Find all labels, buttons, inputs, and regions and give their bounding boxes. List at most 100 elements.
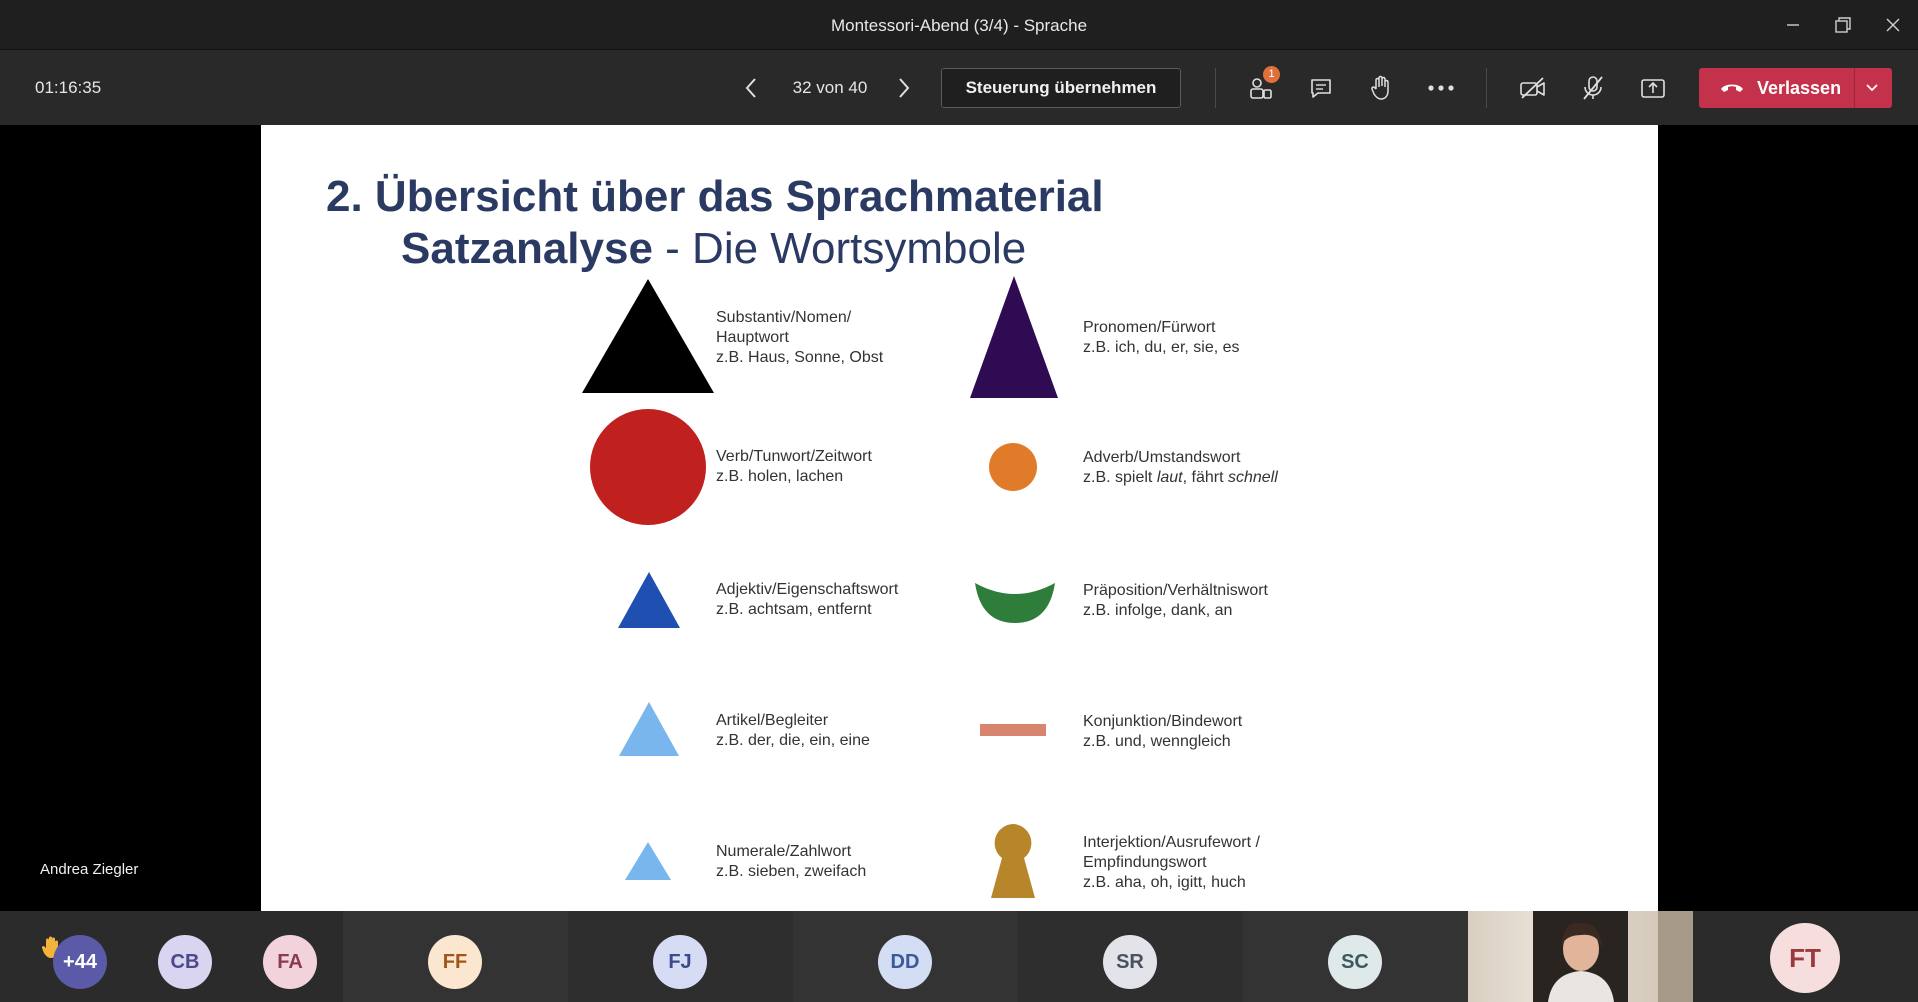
conjunction-description: Konjunktion/Bindewort z.B. und, wennglei… bbox=[1083, 712, 1242, 752]
avatar: FT bbox=[1770, 923, 1840, 993]
desc-line: z.B. infolge, dank, an bbox=[1083, 602, 1233, 619]
close-icon bbox=[1886, 18, 1900, 32]
share-screen-button[interactable] bbox=[1633, 68, 1673, 108]
desc-line: Präposition/Verhältniswort bbox=[1083, 582, 1268, 599]
take-control-button[interactable]: Steuerung übernehmen bbox=[941, 68, 1181, 108]
desc-line: z.B. aha, oh, igitt, huch bbox=[1083, 874, 1246, 891]
crescent-icon bbox=[975, 583, 1055, 623]
avatar: FJ bbox=[653, 935, 707, 989]
slide-counter: 32 von 40 bbox=[792, 78, 868, 97]
leave-meeting-button[interactable]: Verlassen bbox=[1699, 68, 1892, 108]
slide-title: 2. Übersicht über das Sprachmaterial bbox=[326, 172, 1104, 221]
previous-slide-button[interactable] bbox=[734, 71, 768, 105]
adverb-description: Adverb/Umstandswort z.B. spielt laut, fä… bbox=[1083, 448, 1278, 488]
chevron-down-icon bbox=[1866, 84, 1878, 92]
desc-line: z.B. sieben, zweifach bbox=[716, 863, 867, 880]
desc-line: z.B. und, wenngleich bbox=[1083, 733, 1231, 750]
participant-tile[interactable]: SC bbox=[1243, 911, 1468, 1002]
desc-line: z.B. achtsam, entfernt bbox=[716, 601, 872, 618]
adjective-description: Adjektiv/Eigenschaftswort z.B. achtsam, … bbox=[716, 580, 898, 620]
participant-strip: +44 CB FA FF FJ DD SR SC FT bbox=[0, 911, 1918, 1002]
avatar: FF bbox=[428, 935, 482, 989]
leave-label: Verlassen bbox=[1757, 78, 1842, 98]
meeting-timer: 01:16:35 bbox=[35, 78, 102, 97]
participant-tile[interactable]: FF bbox=[343, 911, 568, 1002]
window-title: Montessori-Abend (3/4) - Sprache bbox=[830, 16, 1088, 35]
adverb-example-word: schnell bbox=[1227, 469, 1278, 486]
participants-badge: 1 bbox=[1263, 66, 1280, 83]
adverb-example-middle: , fährt bbox=[1182, 469, 1228, 486]
participants-button[interactable]: 1 bbox=[1241, 66, 1281, 108]
toolbar-divider bbox=[1215, 68, 1216, 108]
hand-icon bbox=[1371, 75, 1389, 100]
toolbar-divider bbox=[1486, 68, 1487, 108]
desc-line: Adverb/Umstandswort bbox=[1083, 449, 1241, 466]
participant-video[interactable] bbox=[1468, 911, 1693, 1002]
microphone-off-icon bbox=[1583, 76, 1603, 100]
raise-hand-button[interactable] bbox=[1361, 68, 1401, 108]
more-icon bbox=[1428, 85, 1454, 91]
microphone-toggle-button[interactable] bbox=[1573, 68, 1613, 108]
leave-divider bbox=[1854, 68, 1855, 108]
participant-tile[interactable]: DD bbox=[793, 911, 1018, 1002]
participant-tile[interactable]: +44 CB FA bbox=[0, 911, 343, 1002]
minimize-button[interactable] bbox=[1768, 0, 1818, 50]
chat-button[interactable] bbox=[1301, 68, 1341, 108]
minimize-icon bbox=[1787, 24, 1799, 26]
desc-line: z.B. holen, lachen bbox=[716, 468, 844, 485]
hang-up-icon bbox=[1721, 84, 1743, 92]
desc-line: Pronomen/Fürwort bbox=[1083, 319, 1216, 336]
participant-tile[interactable]: FJ bbox=[568, 911, 793, 1002]
title-bar: Montessori-Abend (3/4) - Sprache bbox=[0, 0, 1918, 50]
noun-description: Substantiv/Nomen/ Hauptwort z.B. Haus, S… bbox=[716, 308, 883, 368]
avatar: CB bbox=[158, 935, 212, 989]
chevron-right-icon bbox=[899, 78, 910, 98]
desc-line: Numerale/Zahlwort bbox=[716, 843, 852, 860]
desc-line: z.B. Haus, Sonne, Obst bbox=[716, 349, 884, 366]
adverb-example-prefix: z.B. spielt bbox=[1083, 469, 1157, 486]
large-circle-icon bbox=[590, 409, 706, 525]
desc-line: Hauptwort bbox=[716, 329, 789, 346]
light-triangle-icon bbox=[619, 702, 679, 756]
chat-icon bbox=[1311, 79, 1331, 98]
content-stage: 2. Übersicht über das Sprachmaterial Sat… bbox=[0, 125, 1918, 911]
article-description: Artikel/Begleiter z.B. der, die, ein, ei… bbox=[716, 711, 870, 751]
adverb-example: z.B. spielt laut, fährt schnell bbox=[1083, 468, 1278, 488]
participant-tile[interactable]: FT bbox=[1693, 911, 1918, 1002]
desc-line: Konjunktion/Bindewort bbox=[1083, 713, 1243, 730]
large-triangle-icon bbox=[582, 279, 714, 393]
participant-tile[interactable]: SR bbox=[1018, 911, 1243, 1002]
keyhole-icon bbox=[991, 824, 1035, 898]
desc-line: Interjektion/Ausrufewort / bbox=[1083, 834, 1260, 851]
numeral-description: Numerale/Zahlwort z.B. sieben, zweifach bbox=[716, 842, 866, 882]
desc-line: Substantiv/Nomen/ bbox=[716, 309, 852, 326]
small-circle-icon bbox=[989, 443, 1037, 491]
restore-button[interactable] bbox=[1818, 0, 1868, 50]
slide-subtitle-rest: - Die Wortsymbole bbox=[652, 224, 1027, 273]
camera-off-icon bbox=[1520, 77, 1545, 99]
close-window-button[interactable] bbox=[1868, 0, 1918, 50]
webcam-feed bbox=[1533, 911, 1693, 1002]
camera-toggle-button[interactable] bbox=[1513, 68, 1553, 108]
more-options-button[interactable] bbox=[1421, 68, 1461, 108]
chevron-left-icon bbox=[745, 78, 756, 98]
interjection-description: Interjektion/Ausrufewort / Empfindungswo… bbox=[1083, 833, 1260, 893]
presenter-name: Andrea Ziegler bbox=[40, 861, 139, 878]
slide-subtitle: Satzanalyse - Die Wortsymbole bbox=[401, 223, 1026, 275]
small-triangle-icon bbox=[625, 842, 671, 880]
desc-line: Verb/Tunwort/Zeitwort bbox=[716, 448, 872, 465]
tall-triangle-icon bbox=[970, 276, 1058, 398]
desc-line: z.B. der, die, ein, eine bbox=[716, 732, 870, 749]
share-icon bbox=[1641, 79, 1665, 98]
desc-line: Adjektiv/Eigenschaftswort bbox=[716, 581, 899, 598]
avatar: FA bbox=[263, 935, 317, 989]
next-slide-button[interactable] bbox=[887, 71, 921, 105]
meeting-toolbar: 01:16:35 32 von 40 Steuerung übernehmen … bbox=[0, 50, 1918, 125]
medium-triangle-icon bbox=[618, 572, 680, 628]
avatar: DD bbox=[878, 935, 932, 989]
desc-line: z.B. ich, du, er, sie, es bbox=[1083, 339, 1240, 356]
bar-icon bbox=[980, 724, 1046, 736]
verb-description: Verb/Tunwort/Zeitwort z.B. holen, lachen bbox=[716, 447, 872, 487]
shared-slide: 2. Übersicht über das Sprachmaterial Sat… bbox=[261, 125, 1658, 911]
slide-subtitle-bold: Satzanalyse bbox=[401, 224, 653, 273]
